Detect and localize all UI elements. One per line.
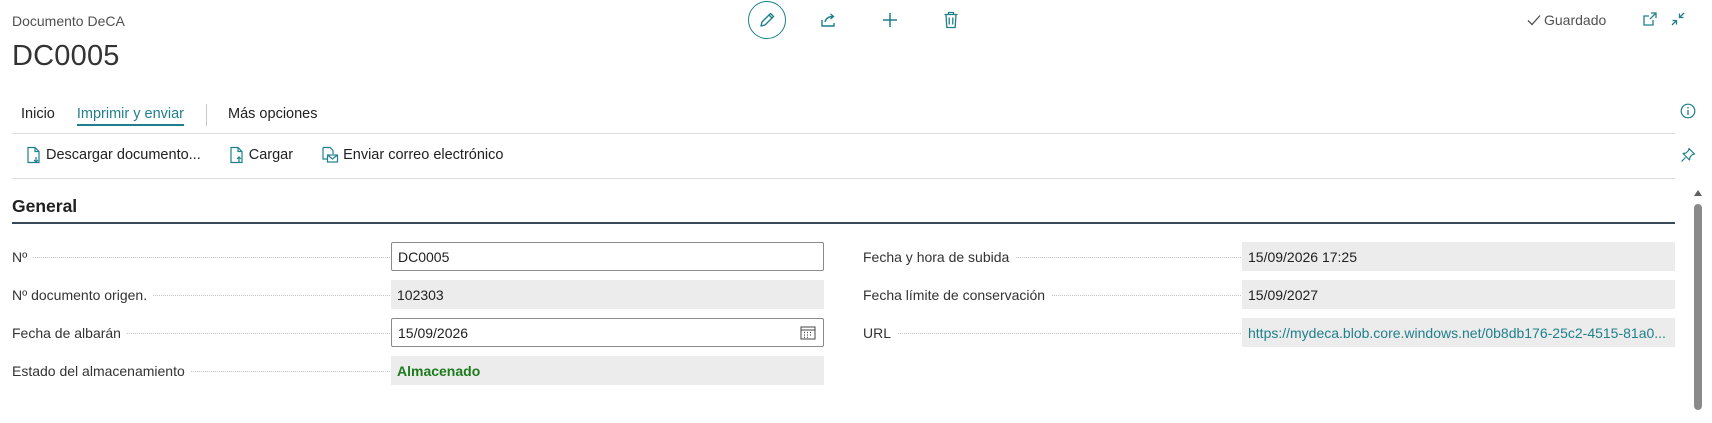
trash-icon bbox=[944, 11, 958, 29]
upload-button[interactable]: Cargar bbox=[229, 146, 293, 164]
open-new-window-icon bbox=[1643, 12, 1657, 26]
scrollbar[interactable] bbox=[1694, 190, 1703, 410]
plus-icon bbox=[883, 13, 897, 27]
window-controls bbox=[1642, 11, 1686, 32]
send-email-button[interactable]: Enviar correo electrónico bbox=[321, 146, 503, 164]
download-document-button[interactable]: Descargar documento... bbox=[26, 146, 201, 164]
field-label-retention-date: Fecha límite de conservación bbox=[863, 286, 1052, 303]
upload-document-icon bbox=[230, 146, 243, 164]
field-row-delivery-date: Fecha de albarán bbox=[12, 318, 390, 347]
field-dots bbox=[863, 333, 1241, 334]
delete-button[interactable] bbox=[933, 2, 969, 38]
download-document-icon bbox=[27, 146, 40, 164]
field-label-source-doc: Nº documento origen. bbox=[12, 286, 154, 303]
retention-date-value: 15/09/2027 bbox=[1248, 286, 1319, 303]
divider bbox=[12, 178, 1675, 179]
upload-label: Cargar bbox=[248, 147, 294, 163]
edit-button[interactable] bbox=[748, 1, 786, 39]
delivery-date-value: 15/09/2026 bbox=[398, 324, 469, 341]
no-input[interactable]: DC0005 bbox=[391, 242, 824, 271]
action-toolbar: Descargar documento... Cargar Enviar cor… bbox=[26, 146, 531, 164]
page-caption: Documento DeCA bbox=[12, 13, 125, 29]
field-row-no: Nº bbox=[12, 242, 390, 271]
info-icon bbox=[1680, 103, 1696, 119]
new-button[interactable] bbox=[872, 2, 908, 38]
field-label-no: Nº bbox=[12, 248, 34, 265]
page-title: DC0005 bbox=[12, 40, 120, 72]
divider bbox=[12, 133, 1675, 134]
pin-icon bbox=[1681, 147, 1696, 162]
section-underline bbox=[12, 222, 1675, 224]
field-row-retention-date: Fecha límite de conservación bbox=[863, 280, 1241, 309]
open-new-window-button[interactable] bbox=[1642, 11, 1658, 32]
field-label-upload-datetime: Fecha y hora de subida bbox=[863, 248, 1016, 265]
storage-status-field: Almacenado bbox=[391, 356, 824, 385]
tab-imprimir-y-enviar[interactable]: Imprimir y enviar bbox=[76, 104, 185, 126]
field-label-url: URL bbox=[863, 324, 898, 341]
source-doc-field: 102303 bbox=[391, 280, 824, 309]
saved-status-label: Guardado bbox=[1544, 12, 1607, 28]
url-link[interactable]: https://mydeca.blob.core.windows.net/0b8… bbox=[1248, 325, 1666, 341]
retention-date-field: 15/09/2027 bbox=[1242, 280, 1675, 309]
upload-datetime-field: 15/09/2026 17:25 bbox=[1242, 242, 1675, 271]
source-doc-value: 102303 bbox=[397, 286, 444, 303]
field-row-source-doc: Nº documento origen. bbox=[12, 280, 390, 309]
saved-status: Guardado bbox=[1527, 12, 1606, 28]
field-row-storage-status: Estado del almacenamiento bbox=[12, 356, 390, 385]
info-button[interactable] bbox=[1680, 103, 1696, 124]
date-picker-button[interactable] bbox=[800, 325, 816, 343]
share-icon bbox=[821, 13, 835, 27]
check-icon bbox=[1527, 15, 1541, 26]
edit-icon bbox=[760, 12, 775, 27]
upload-datetime-value: 15/09/2026 17:25 bbox=[1248, 248, 1357, 265]
calendar-icon bbox=[800, 326, 816, 340]
section-title: General bbox=[12, 196, 78, 216]
pin-toolbar-button[interactable] bbox=[1680, 147, 1696, 168]
scroll-thumb[interactable] bbox=[1694, 204, 1702, 410]
field-dots bbox=[12, 257, 390, 258]
scroll-up-arrow-icon[interactable] bbox=[1694, 190, 1702, 196]
tab-mas-opciones[interactable]: Más opciones bbox=[228, 104, 317, 126]
tab-inicio[interactable]: Inicio bbox=[21, 104, 55, 126]
delivery-date-input[interactable]: 15/09/2026 bbox=[391, 318, 824, 347]
collapse-icon bbox=[1671, 12, 1685, 26]
collapse-button[interactable] bbox=[1670, 11, 1686, 32]
field-row-upload-datetime: Fecha y hora de subida bbox=[863, 242, 1241, 271]
email-icon bbox=[322, 146, 339, 163]
top-action-bar bbox=[748, 1, 994, 39]
field-label-delivery-date: Fecha de albarán bbox=[12, 324, 127, 341]
field-row-url: URL bbox=[863, 318, 1241, 347]
url-field[interactable]: https://mydeca.blob.core.windows.net/0b8… bbox=[1242, 318, 1675, 347]
download-document-label: Descargar documento... bbox=[46, 147, 201, 163]
storage-status-value: Almacenado bbox=[397, 362, 481, 379]
share-button[interactable] bbox=[811, 2, 847, 38]
action-tabs: Inicio Imprimir y enviar Más opciones bbox=[12, 104, 339, 126]
tab-separator bbox=[206, 104, 208, 126]
field-label-storage-status: Estado del almacenamiento bbox=[12, 362, 191, 379]
send-email-label: Enviar correo electrónico bbox=[343, 147, 504, 163]
no-value: DC0005 bbox=[398, 248, 450, 265]
